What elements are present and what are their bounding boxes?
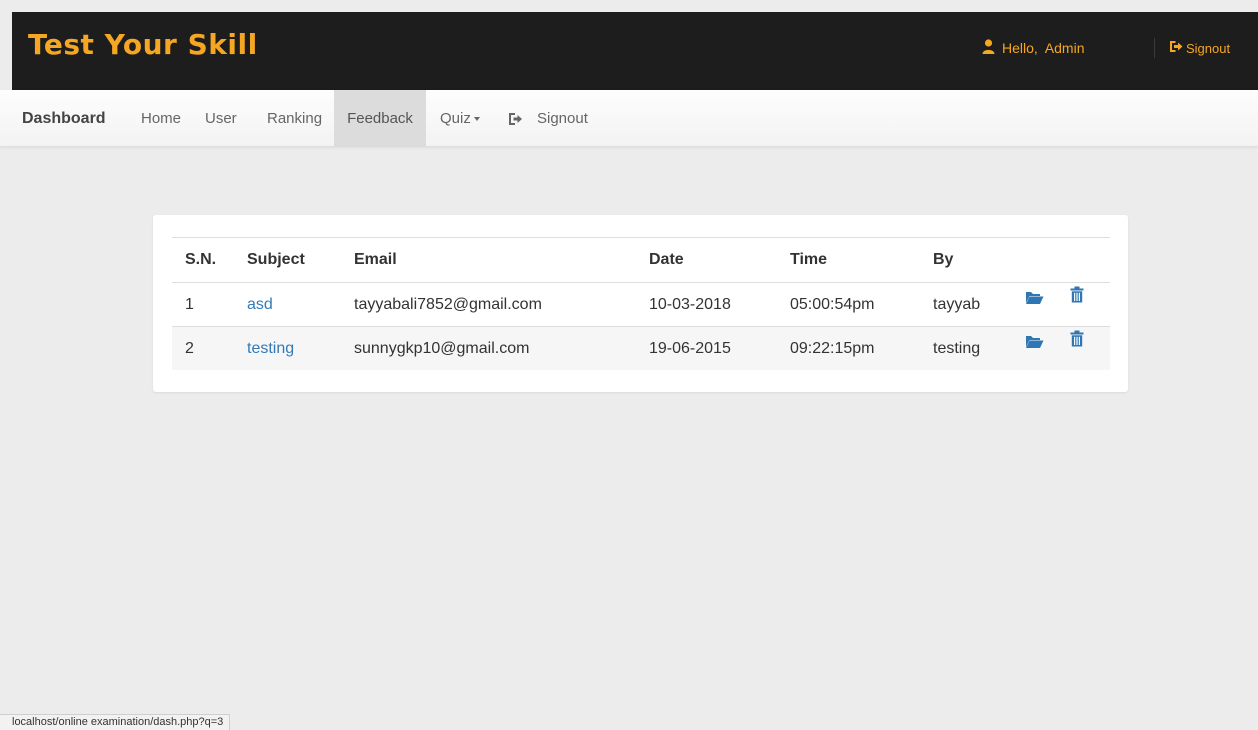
cell-time: 09:22:15pm xyxy=(790,339,875,357)
cell-email: sunnygkp10@gmail.com xyxy=(354,339,530,357)
nav-item-feedback[interactable]: Feedback xyxy=(334,90,426,147)
feedback-panel: S.N. Subject Email Date Time By 1 asd ta… xyxy=(153,215,1128,392)
nav-item-signout[interactable]: Signout xyxy=(508,90,588,147)
trash-icon[interactable] xyxy=(1070,317,1084,360)
table-row: 1 asd tayyabali7852@gmail.com 10-03-2018… xyxy=(172,282,1110,326)
browser-status-url: localhost/online examination/dash.php?q=… xyxy=(0,714,231,730)
header-signout-link[interactable]: Signout xyxy=(1169,38,1230,58)
cell-time: 05:00:54pm xyxy=(790,295,875,313)
table-row: 2 testing sunnygkp10@gmail.com 19-06-201… xyxy=(172,326,1110,370)
cell-by: testing xyxy=(933,339,981,357)
folder-open-icon[interactable] xyxy=(1025,320,1044,363)
column-header-sn: S.N. xyxy=(185,251,217,268)
cell-by: tayyab xyxy=(933,295,981,313)
nav-item-ranking[interactable]: Ranking xyxy=(267,90,322,147)
column-header-date: Date xyxy=(649,251,684,268)
nav-item-quiz-label: Quiz xyxy=(440,110,471,127)
feedback-table: S.N. Subject Email Date Time By 1 asd ta… xyxy=(172,237,1110,370)
log-out-icon xyxy=(508,112,523,126)
cell-sn: 2 xyxy=(185,339,194,357)
column-header-email: Email xyxy=(354,251,397,268)
cell-date: 19-06-2015 xyxy=(649,339,731,357)
trash-icon[interactable] xyxy=(1070,273,1084,316)
user-greeting: Hello, Admin xyxy=(982,38,1084,58)
log-out-icon xyxy=(1169,40,1183,56)
header-signout-label: Signout xyxy=(1186,40,1231,56)
nav-item-user[interactable]: User xyxy=(205,90,237,147)
cell-email: tayyabali7852@gmail.com xyxy=(354,295,542,313)
cell-date: 10-03-2018 xyxy=(649,295,731,313)
top-header: Test Your Skill Hello, Admin Signout xyxy=(12,12,1258,90)
cell-subject-link[interactable]: testing xyxy=(247,327,294,370)
site-logo-text[interactable]: Test Your Skill xyxy=(28,28,258,61)
caret-down-icon xyxy=(473,117,480,122)
main-navbar: Dashboard Home User Ranking Feedback Qui… xyxy=(0,90,1258,147)
nav-item-signout-label: Signout xyxy=(537,110,588,127)
cell-subject-link[interactable]: asd xyxy=(247,283,273,326)
folder-open-icon[interactable] xyxy=(1025,276,1044,319)
header-divider xyxy=(1154,38,1155,58)
column-header-subject: Subject xyxy=(247,251,305,268)
user-icon xyxy=(982,39,995,57)
column-header-by: By xyxy=(933,251,954,268)
greeting-text: Hello, Admin xyxy=(1002,40,1085,56)
nav-item-quiz-dropdown[interactable]: Quiz xyxy=(440,90,480,147)
cell-sn: 1 xyxy=(185,295,194,313)
table-header-row: S.N. Subject Email Date Time By xyxy=(172,237,1110,282)
column-header-time: Time xyxy=(790,251,828,268)
nav-brand-dashboard[interactable]: Dashboard xyxy=(22,90,106,147)
nav-item-home[interactable]: Home xyxy=(141,90,181,147)
